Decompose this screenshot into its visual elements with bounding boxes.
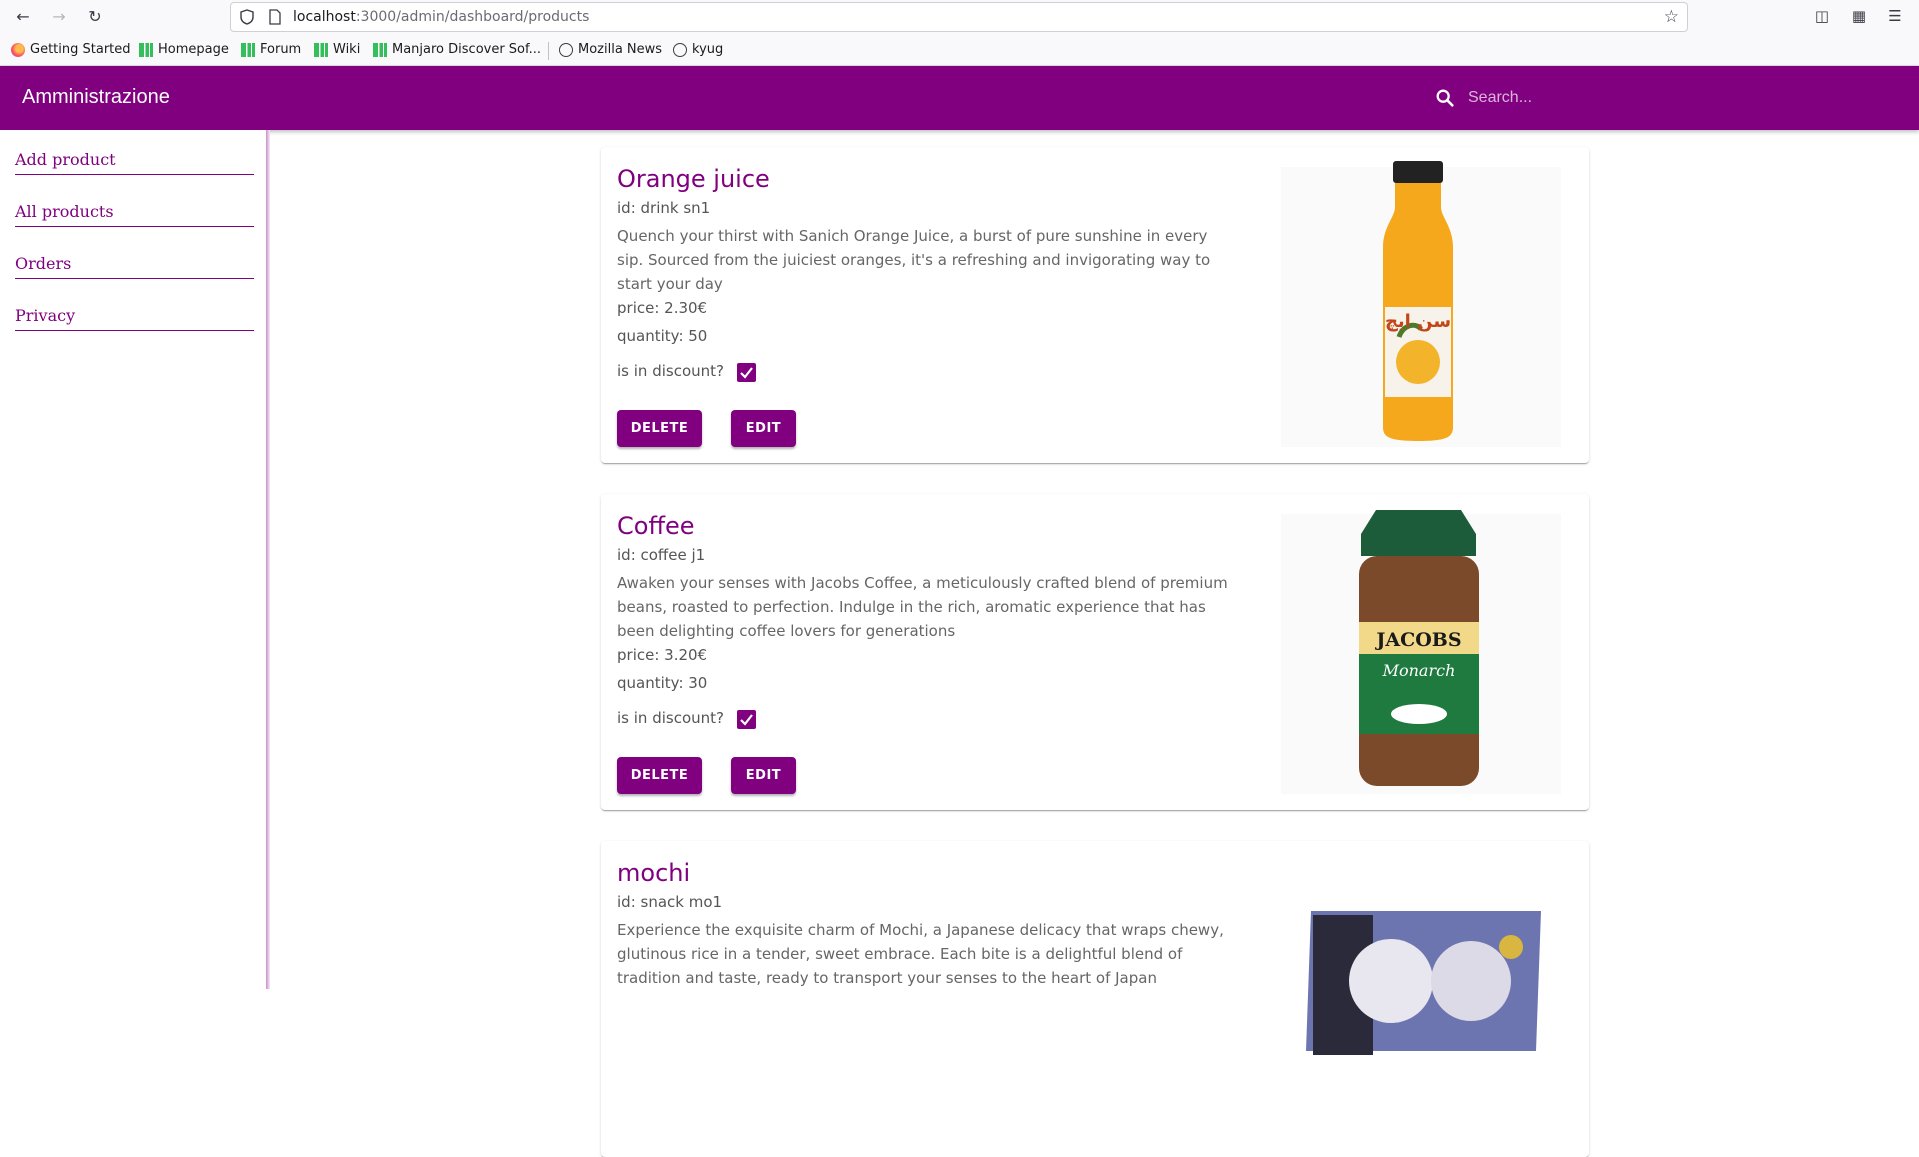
manjaro-icon [373,42,387,57]
product-id: id: coffee j1 [617,546,706,564]
discount-label: is in discount? [617,709,724,727]
bookmark-label: Wiki [333,42,361,57]
bookmark-star-icon[interactable]: ☆ [1664,7,1679,27]
search-box[interactable] [1432,82,1732,114]
pocket-icon[interactable]: ◫ [1812,6,1832,26]
bookmark-wiki[interactable]: Wiki [314,42,360,57]
monarch-label: Monarch [1382,661,1456,680]
mochi-box-image [1306,911,1541,1055]
product-price: price: 2.30€ [617,299,708,317]
search-input[interactable] [1468,85,1718,111]
extensions-icon[interactable]: ▦ [1849,6,1869,26]
sidebar-item-privacy[interactable]: Privacy [15,286,254,331]
bookmark-mozilla-news[interactable]: Mozilla News [559,42,662,57]
discount-checkbox[interactable] [737,710,756,729]
product-description: Awaken your senses with Jacobs Coffee, a… [617,574,1228,640]
forward-icon[interactable]: → [48,6,70,28]
sidebar-item-all-products[interactable]: All products [15,182,254,227]
url-bar[interactable]: localhost:3000/admin/dashboard/products … [230,2,1688,32]
product-name: Orange juice [617,165,770,193]
bookmark-label: Homepage [158,42,229,57]
edit-button[interactable]: EDIT [731,410,796,447]
jacobs-label: JACOBS [1374,629,1461,651]
menu-icon[interactable]: ☰ [1885,6,1905,26]
discount-checkbox[interactable] [737,363,756,382]
product-quantity: quantity: 30 [617,674,708,692]
product-name: mochi [617,859,691,887]
product-card: Coffee id: coffee j1 Awaken your senses … [601,494,1589,810]
product-card: Orange juice id: drink sn1 Quench your t… [601,147,1589,463]
bookmark-label: Mozilla News [578,42,663,57]
globe-icon [673,42,687,57]
discount-label: is in discount? [617,362,724,380]
orange-juice-image: سن ايچ [1281,161,1561,447]
edit-button[interactable]: EDIT [731,757,796,794]
app-title: Amministrazione [22,86,170,108]
app-bar: Amministrazione [0,66,1919,130]
product-id: id: drink sn1 [617,199,711,217]
product-id: id: snack mo1 [617,893,723,911]
product-card: mochi id: snack mo1 Experience the exqui… [601,841,1589,1157]
shield-icon[interactable] [239,9,255,25]
sidebar-item-orders[interactable]: Orders [15,234,254,279]
bookmarks-separator [548,42,549,60]
url-text[interactable]: localhost:3000/admin/dashboard/products [293,9,589,25]
globe-icon [559,42,573,57]
bookmark-kyug[interactable]: kyug [673,42,723,57]
search-icon [1436,89,1454,107]
bookmark-getting-started[interactable]: Getting Started [11,42,131,57]
url-host: localhost [293,9,356,25]
url-path: :3000/admin/dashboard/products [355,9,590,25]
bookmark-forum[interactable]: Forum [241,42,301,57]
bookmarks-bar: Getting Started Homepage Forum Wiki Manj… [0,38,1919,64]
browser-chrome: ← → ↻ localhost:3000/admin/dashboard/pro… [0,0,1919,66]
check-icon [740,714,753,726]
reload-icon[interactable]: ↻ [84,6,106,28]
bookmark-label: Forum [260,42,302,57]
bookmark-homepage[interactable]: Homepage [139,42,229,57]
sidebar: Add product All products Orders Privacy [0,130,270,989]
delete-button[interactable]: DELETE [617,410,702,447]
bookmark-manjaro-discover[interactable]: Manjaro Discover Sof... [373,42,541,57]
product-price: price: 3.20€ [617,646,708,664]
product-quantity: quantity: 50 [617,327,708,345]
manjaro-icon [241,42,255,57]
bookmark-label: Getting Started [30,42,131,57]
back-icon[interactable]: ← [12,6,34,28]
firefox-icon [11,42,25,57]
check-icon [740,367,753,379]
coffee-jar-image: JACOBS Monarch [1281,510,1561,794]
browser-nav-row: ← → ↻ localhost:3000/admin/dashboard/pro… [0,0,1919,33]
product-description: Quench your thirst with Sanich Orange Ju… [617,227,1211,293]
product-name: Coffee [617,512,695,540]
delete-button[interactable]: DELETE [617,757,702,794]
manjaro-icon [139,42,153,57]
product-description: Experience the exquisite charm of Mochi,… [617,921,1224,987]
sidebar-item-add-product[interactable]: Add product [15,130,254,175]
svg-text:سن ايچ: سن ايچ [1385,311,1451,332]
page-icon [269,9,281,25]
product-list: Orange juice id: drink sn1 Quench your t… [274,130,1919,1157]
manjaro-icon [314,42,328,57]
bookmark-label: kyug [692,42,724,57]
bookmark-label: Manjaro Discover Sof... [392,42,542,57]
